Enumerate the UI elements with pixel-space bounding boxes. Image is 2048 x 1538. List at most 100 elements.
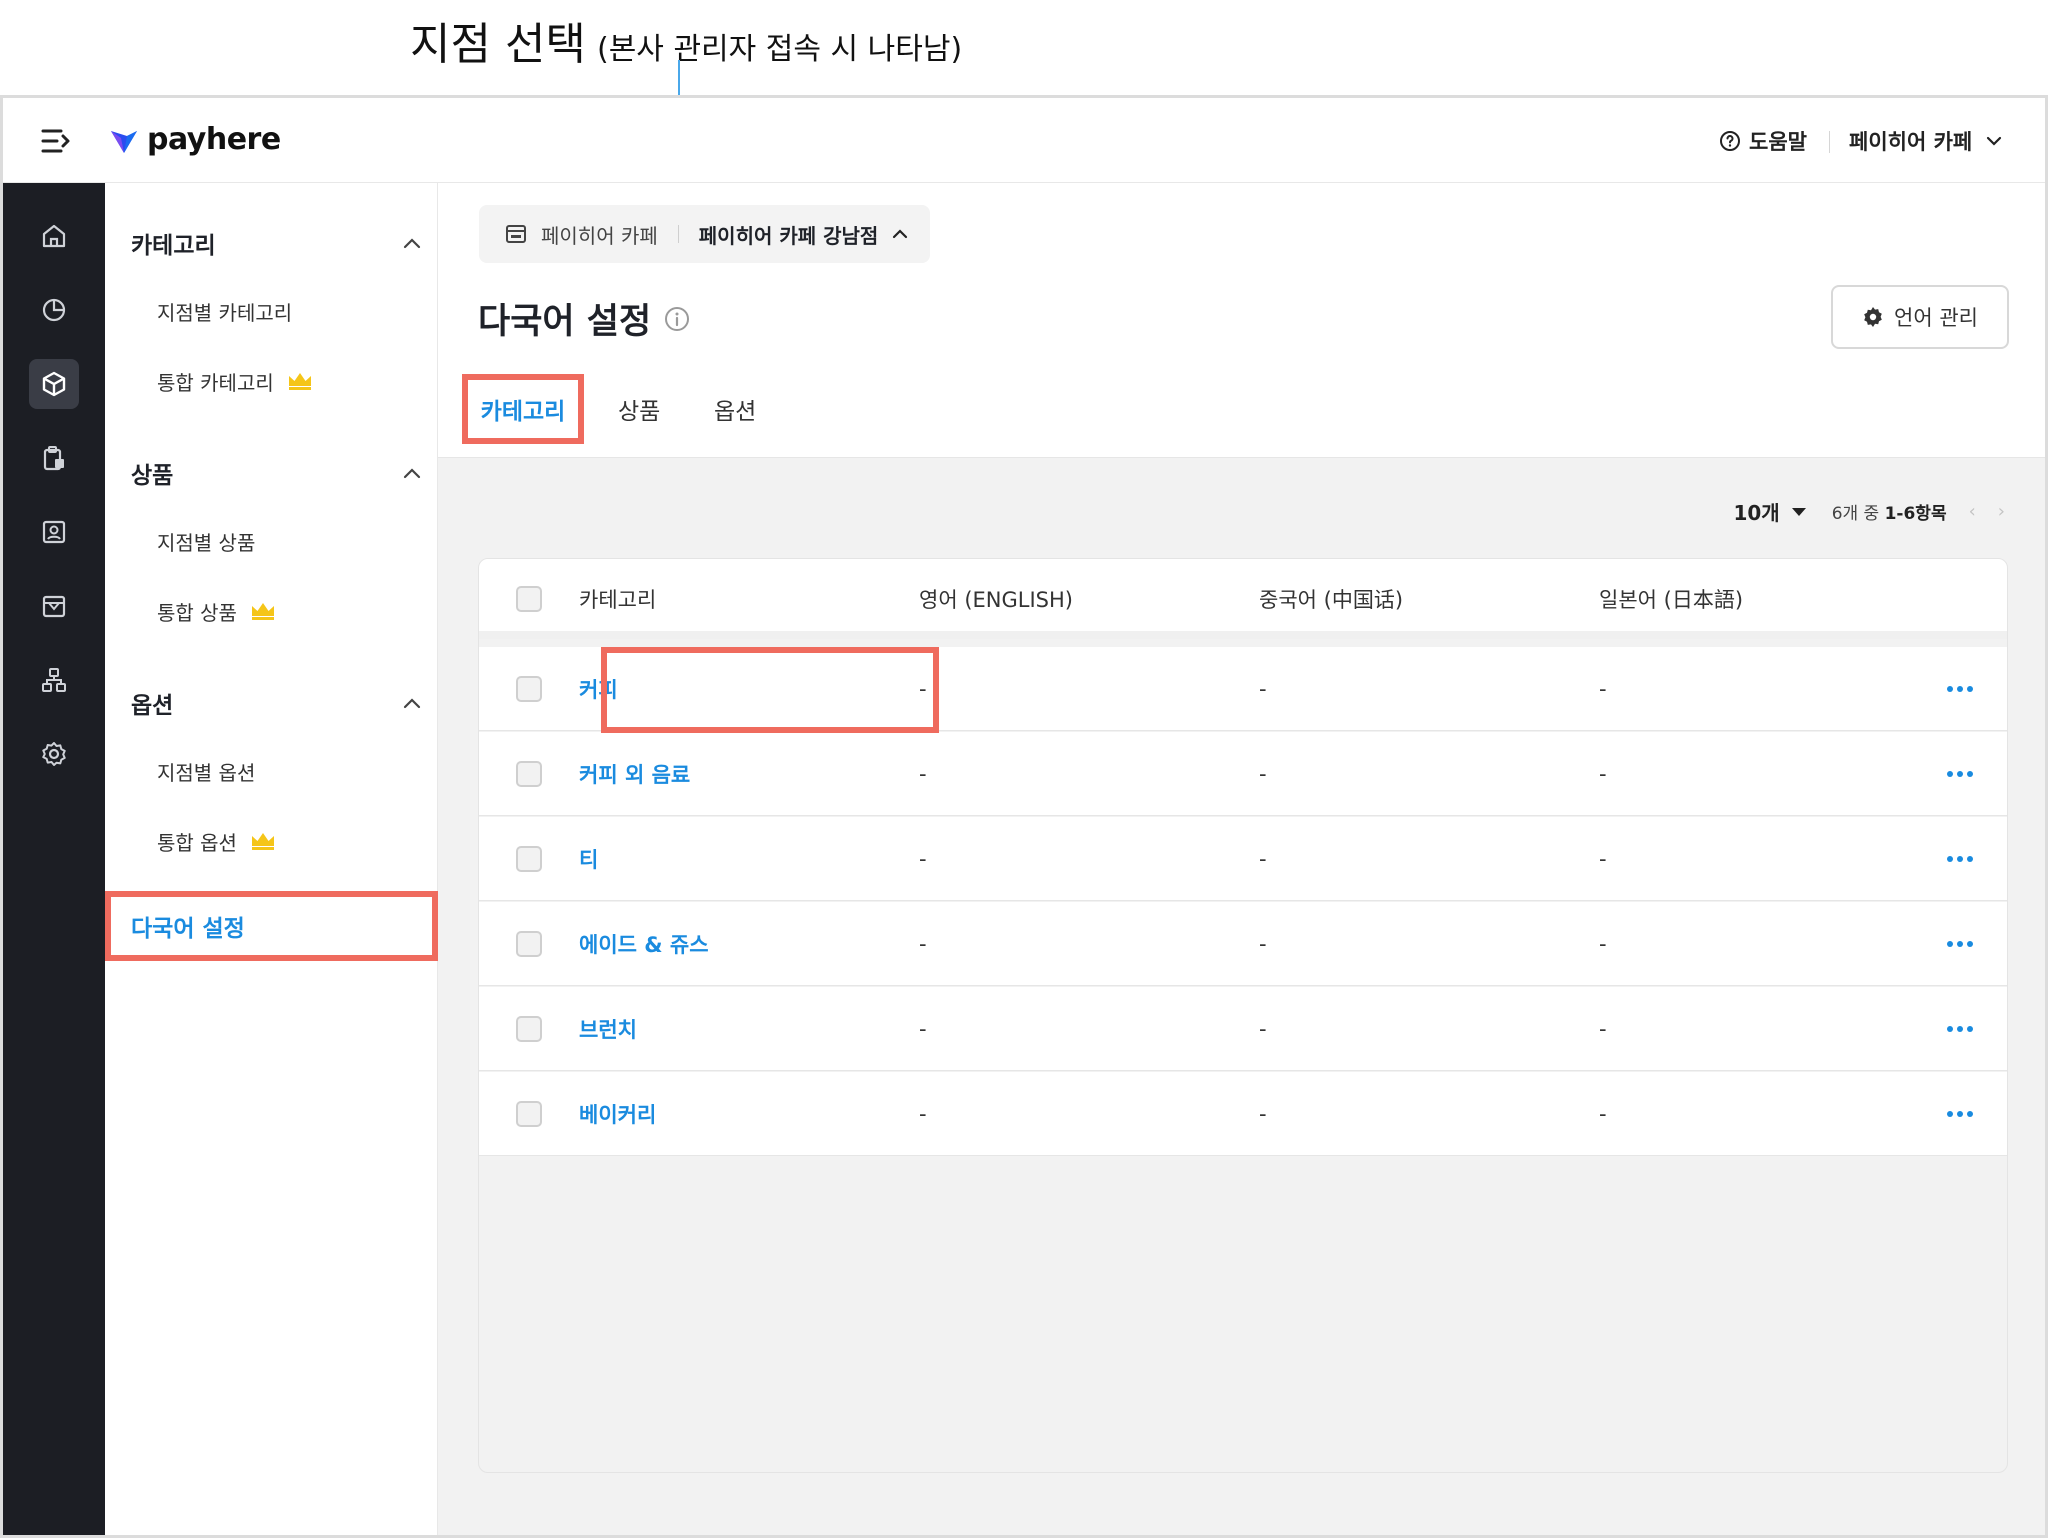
row-checkbox[interactable] (516, 1016, 542, 1042)
logo[interactable]: payhere (109, 122, 281, 157)
japanese-value: - (1599, 847, 1607, 871)
icon-rail (3, 183, 105, 1535)
more-icon[interactable] (1945, 1017, 1975, 1041)
annotation: 지점 선택 (본사 관리자 접속 시 나타남) (410, 8, 962, 72)
main-header: 페이히어 카페 페이히어 카페 강남점 다국어 설정 언어 관리 카테고리 상품… (438, 183, 2045, 458)
crown-icon (251, 832, 275, 850)
more-icon[interactable] (1945, 932, 1975, 956)
chevron-up-icon (403, 467, 421, 479)
more-icon[interactable] (1945, 677, 1975, 701)
store-icon[interactable] (29, 581, 79, 631)
contact-icon[interactable] (29, 507, 79, 557)
section-category-toggle[interactable]: 카테고리 (131, 223, 421, 263)
secondary-sidebar: 카테고리 지점별 카테고리 통합 카테고리 상품 지점별 상품 통합 상품 옵션 (105, 183, 438, 1535)
branch-selector[interactable]: 페이히어 카페 페이히어 카페 강남점 (479, 205, 931, 263)
store-name: 페이히어 카페 (1849, 130, 1973, 154)
sidebar-item-multilanguage[interactable]: 다국어 설정 (105, 891, 438, 961)
chinese-value: - (1259, 932, 1267, 956)
row-checkbox[interactable] (516, 1101, 542, 1127)
sidebar-item-label: 지점별 상품 (157, 530, 256, 555)
home-icon[interactable] (29, 211, 79, 261)
table-row: 커피 - - - (479, 647, 2007, 731)
category-name[interactable]: 에이드 & 쥬스 (579, 902, 709, 986)
store-account-menu[interactable]: 페이히어 카페 (1849, 126, 2002, 156)
sidebar-item-unified-product[interactable]: 통합 상품 (157, 593, 275, 629)
select-all-checkbox[interactable] (516, 586, 542, 612)
category-name[interactable]: 브런치 (579, 987, 637, 1071)
chinese-value: - (1259, 762, 1267, 786)
header-divider (1829, 131, 1830, 153)
branch-brand: 페이히어 카페 (541, 223, 658, 248)
english-value: - (919, 1102, 927, 1126)
tab-product[interactable]: 상품 (618, 379, 660, 439)
sidebar-item-unified-option[interactable]: 통합 옵션 (157, 823, 275, 859)
english-value: - (919, 932, 927, 956)
chevron-left-icon[interactable]: ‹ (1969, 501, 1976, 522)
top-header: payhere 도움말 페이히어 카페 (3, 98, 2045, 183)
page-title-text: 다국어 설정 (478, 302, 652, 342)
caret-down-icon (1791, 507, 1806, 516)
row-checkbox[interactable] (516, 761, 542, 787)
payhere-logo-icon (109, 125, 139, 155)
sidebar-item-label: 지점별 옵션 (157, 760, 256, 785)
category-table: 카테고리 영어 (ENGLISH) 중국어 (中国话) 일본어 (日本語) 커피… (478, 558, 2008, 1473)
chart-icon[interactable] (29, 285, 79, 335)
category-name[interactable]: 티 (579, 817, 598, 901)
sidebar-item-unified-category[interactable]: 통합 카테고리 (157, 363, 312, 399)
app-window: payhere 도움말 페이히어 카페 카테고리 지점별 카테고리 통합 카테고… (0, 95, 2048, 1538)
column-header: 영어 (ENGLISH) (919, 588, 1073, 612)
category-name[interactable]: 커피 외 음료 (579, 732, 690, 816)
info-icon[interactable] (663, 305, 691, 333)
chevron-up-icon (403, 237, 421, 249)
main-content: 페이히어 카페 페이히어 카페 강남점 다국어 설정 언어 관리 카테고리 상품… (438, 183, 2045, 1535)
branch-current: 페이히어 카페 강남점 (698, 223, 879, 248)
section-option-toggle[interactable]: 옵션 (131, 683, 421, 723)
table-row: 브런치 - - - (479, 987, 2007, 1071)
category-name[interactable]: 베이커리 (579, 1072, 656, 1156)
chevron-up-icon (403, 697, 421, 709)
more-icon[interactable] (1945, 1102, 1975, 1126)
tab-category[interactable]: 카테고리 (462, 374, 584, 444)
page-range-value: 1-6항목 (1884, 504, 1947, 524)
chevron-up-icon (892, 229, 908, 239)
more-icon[interactable] (1945, 847, 1975, 871)
page-range-prefix: 6개 중 (1831, 504, 1880, 524)
japanese-value: - (1599, 1017, 1607, 1041)
menu-toggle-icon[interactable] (41, 128, 73, 154)
table-row: 티 - - - (479, 817, 2007, 901)
sidebar-item-branch-product[interactable]: 지점별 상품 (157, 523, 255, 559)
section-title: 옵션 (131, 693, 174, 719)
english-value: - (919, 762, 927, 786)
gear-icon (1862, 306, 1884, 328)
clipboard-icon[interactable] (29, 433, 79, 483)
row-checkbox[interactable] (516, 676, 542, 702)
gear-icon[interactable] (29, 729, 79, 779)
org-icon[interactable] (29, 655, 79, 705)
sidebar-item-label: 통합 카테고리 (157, 370, 274, 395)
section-title: 카테고리 (131, 233, 216, 259)
pill-divider (677, 225, 679, 243)
tab-option[interactable]: 옵션 (714, 379, 756, 439)
sidebar-item-label: 통합 옵션 (157, 830, 237, 855)
page-size-select[interactable]: 10개 (1733, 497, 1806, 526)
more-icon[interactable] (1945, 762, 1975, 786)
help-label: 도움말 (1749, 130, 1807, 154)
chevron-right-icon[interactable]: › (1998, 501, 2005, 522)
section-product-toggle[interactable]: 상품 (131, 453, 421, 493)
sidebar-item-label: 지점별 카테고리 (157, 300, 293, 325)
sidebar-item-branch-option[interactable]: 지점별 옵션 (157, 753, 255, 789)
row-checkbox[interactable] (516, 846, 542, 872)
language-manage-button[interactable]: 언어 관리 (1831, 285, 2009, 349)
page-size-value: 10개 (1733, 501, 1780, 525)
sidebar-item-branch-category[interactable]: 지점별 카테고리 (157, 293, 292, 329)
box-icon[interactable] (29, 359, 79, 409)
annotation-subtitle: (본사 관리자 접속 시 나타남) (597, 32, 963, 67)
japanese-value: - (1599, 932, 1607, 956)
row-checkbox[interactable] (516, 931, 542, 957)
category-name[interactable]: 커피 (579, 647, 618, 731)
table-row: 베이커리 - - - (479, 1072, 2007, 1156)
chevron-down-icon (1986, 136, 2002, 146)
sidebar-item-label: 통합 상품 (157, 600, 237, 625)
section-title: 상품 (131, 463, 174, 489)
help-link[interactable]: 도움말 (1719, 126, 1807, 156)
